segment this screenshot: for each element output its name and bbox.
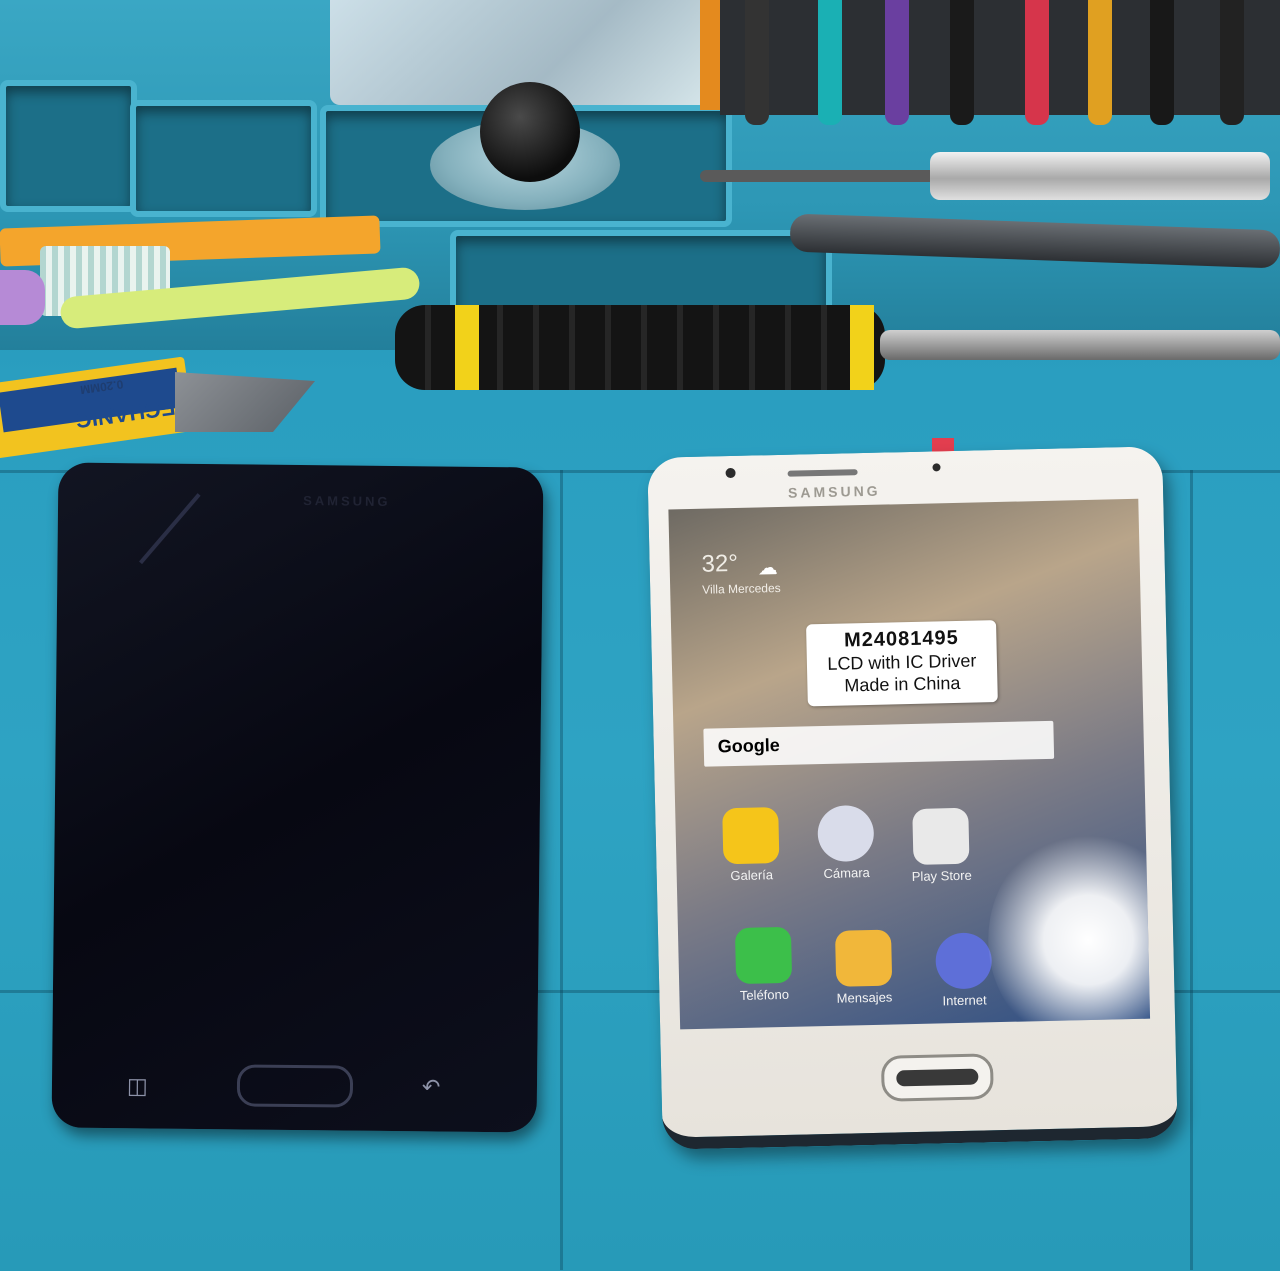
weather-temperature: 32°: [701, 549, 739, 578]
repair-bench-photo: MECHANIC 0.20MM SAMSUNG ◫ ↶ SAMSUNG 32° …: [0, 0, 1280, 1271]
black-display-brand: SAMSUNG: [303, 493, 391, 509]
messages-icon: [834, 929, 893, 987]
google-logo: Google: [717, 735, 780, 757]
screwdriver-bit: [1025, 0, 1049, 125]
earpiece-speaker: [787, 469, 858, 477]
sticker-description: LCD with IC Driver: [827, 650, 977, 674]
home-button-cutout: [236, 1064, 354, 1108]
gallery-icon: [722, 807, 780, 865]
back-icon: ↶: [421, 1074, 441, 1100]
sensor-dot: [932, 463, 941, 472]
app-label: Cámara: [823, 864, 870, 882]
metal-blade: [175, 372, 315, 432]
recent-apps-icon: ◫: [126, 1073, 148, 1099]
front-camera-icon: [725, 467, 736, 479]
part-label-sticker: M24081495 LCD with IC Driver Made in Chi…: [806, 620, 998, 707]
app-phone[interactable]: Teléfono: [728, 926, 800, 1004]
screwdriver-bit: [1220, 0, 1244, 125]
opening-pick: [0, 270, 45, 325]
screwdriver-rack: [720, 0, 1280, 115]
tray-compartment: [130, 100, 317, 217]
home-button[interactable]: [880, 1053, 994, 1102]
screwdriver-accent: [850, 305, 874, 390]
fingerprint-sensor: [896, 1068, 979, 1087]
screwdriver-bit: [1150, 0, 1174, 125]
cloud-icon: ☁: [757, 557, 778, 580]
weather-location: Villa Mercedes: [702, 580, 781, 597]
screwdriver-bit: [950, 0, 974, 125]
tray-compartment: [0, 80, 137, 212]
mat-line: [1190, 470, 1193, 1270]
google-search-bar[interactable]: Google: [703, 720, 1055, 767]
new-white-display: SAMSUNG 32° ☁ Villa Mercedes M24081495 L…: [647, 446, 1178, 1150]
mat-line: [560, 470, 563, 1270]
white-display-brand: SAMSUNG: [787, 482, 881, 501]
suction-cup-knob: [480, 82, 580, 182]
app-label: Internet: [942, 992, 987, 1009]
screen-crack: [139, 493, 201, 565]
phone-icon: [734, 926, 793, 985]
play-store-icon: [912, 807, 970, 865]
app-label: Galería: [730, 867, 774, 884]
light-glare: [985, 827, 1151, 1030]
silver-screwdriver: [700, 150, 1280, 205]
red-tab: [932, 438, 954, 452]
screwdriver-bit: [818, 0, 842, 125]
app-messages[interactable]: Mensajes: [828, 929, 900, 1006]
app-label: Teléfono: [739, 986, 790, 1003]
screwdriver-bit: [1088, 0, 1112, 125]
sticker-origin: Made in China: [844, 672, 961, 696]
app-label: Mensajes: [836, 989, 893, 1006]
internet-icon: [935, 932, 993, 990]
screwdriver-bit: [745, 0, 769, 125]
screwdriver-accent: [455, 305, 479, 390]
broken-black-display: SAMSUNG ◫ ↶: [51, 462, 544, 1133]
screwdriver-bit: [885, 0, 909, 125]
camera-icon: [817, 804, 875, 863]
app-play-store[interactable]: Play Store: [905, 807, 977, 885]
screwdriver-handle: [930, 152, 1270, 200]
app-camera[interactable]: Cámara: [810, 804, 882, 882]
home-screen: 32° ☁ Villa Mercedes M24081495 LCD with …: [668, 498, 1151, 1030]
app-gallery[interactable]: Galería: [715, 807, 787, 884]
screwdriver-tip: [880, 330, 1280, 360]
app-label: Play Store: [911, 867, 972, 885]
screwdriver-shaft: [700, 170, 940, 182]
